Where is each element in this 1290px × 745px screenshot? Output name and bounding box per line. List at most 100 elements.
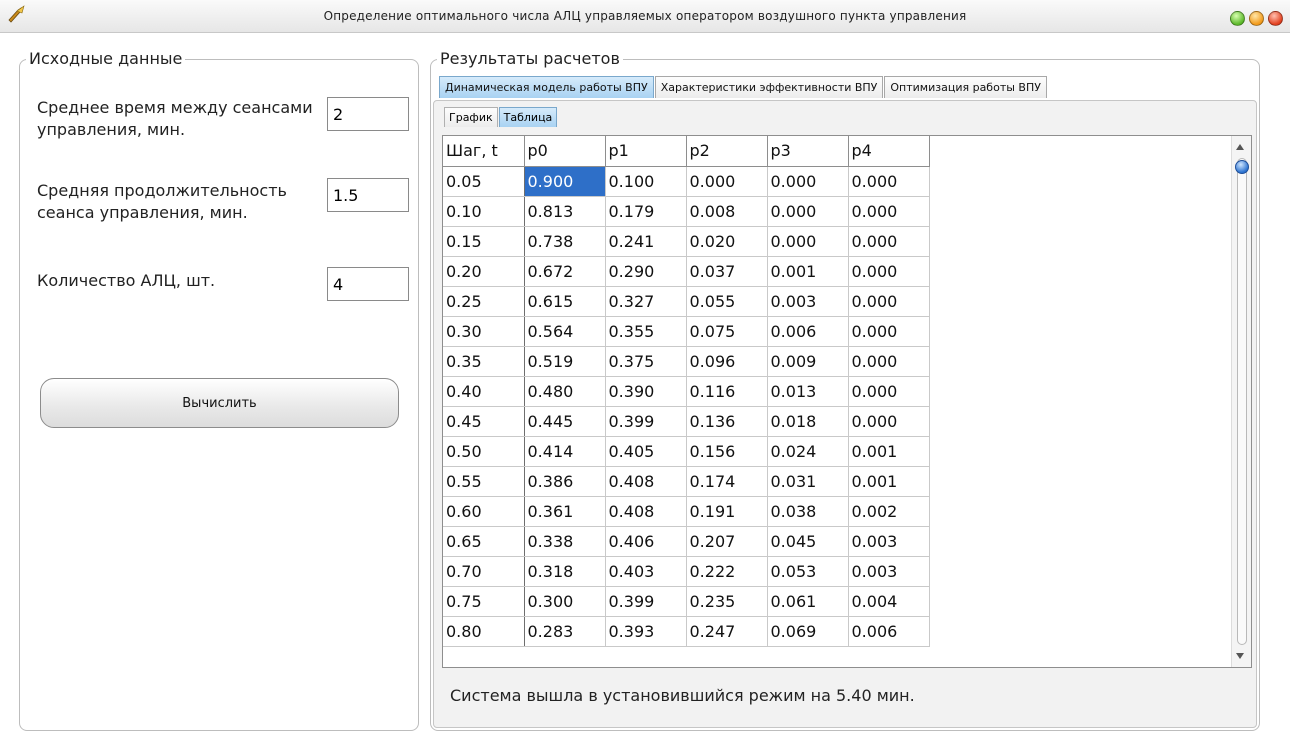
- table-cell[interactable]: 0.519: [524, 346, 606, 377]
- table-row-step[interactable]: 0.20: [443, 256, 525, 287]
- table-cell[interactable]: 0.672: [524, 256, 606, 287]
- table-row[interactable]: 0.20 0.672 0.290 0.037 0.001 0.000: [443, 256, 930, 287]
- table-cell[interactable]: 0.408: [605, 466, 687, 497]
- table-row[interactable]: 0.40 0.480 0.390 0.116 0.013 0.000: [443, 376, 930, 407]
- table-cell[interactable]: 0.037: [686, 256, 768, 287]
- table-cell[interactable]: 0.100: [605, 166, 687, 197]
- scroll-up-icon[interactable]: [1236, 144, 1244, 150]
- table-cell[interactable]: 0.053: [767, 556, 849, 587]
- table-row-step[interactable]: 0.15: [443, 226, 525, 257]
- table-cell[interactable]: 0.001: [848, 436, 930, 467]
- table-cell[interactable]: 0.406: [605, 526, 687, 557]
- table-row[interactable]: 0.45 0.445 0.399 0.136 0.018 0.000: [443, 406, 930, 437]
- table-cell[interactable]: 0.000: [848, 256, 930, 287]
- scroll-thumb[interactable]: [1235, 160, 1249, 174]
- table-cell[interactable]: 0.361: [524, 496, 606, 527]
- table-cell[interactable]: 0.327: [605, 286, 687, 317]
- column-header[interactable]: p2: [686, 136, 768, 167]
- table-cell[interactable]: 0.191: [686, 496, 768, 527]
- table-cell[interactable]: 0.338: [524, 526, 606, 557]
- table-cell[interactable]: 0.096: [686, 346, 768, 377]
- table-cell[interactable]: 0.405: [605, 436, 687, 467]
- column-header[interactable]: Шаг, t: [443, 136, 525, 167]
- tab-efficiency[interactable]: Характеристики эффективности ВПУ: [654, 76, 884, 98]
- table-cell[interactable]: 0.355: [605, 316, 687, 347]
- close-icon[interactable]: [1268, 11, 1283, 26]
- table-cell[interactable]: 0.247: [686, 616, 768, 647]
- table-cell[interactable]: 0.018: [767, 406, 849, 437]
- table-cell[interactable]: 0.024: [767, 436, 849, 467]
- table-row-step[interactable]: 0.45: [443, 406, 525, 437]
- vertical-scrollbar[interactable]: [1231, 136, 1251, 667]
- table-cell[interactable]: 0.000: [767, 166, 849, 197]
- table-cell[interactable]: 0.414: [524, 436, 606, 467]
- table-cell[interactable]: 0.300: [524, 586, 606, 617]
- table-cell[interactable]: 0.403: [605, 556, 687, 587]
- table-cell[interactable]: 0.445: [524, 406, 606, 437]
- table-row-step[interactable]: 0.05: [443, 166, 525, 197]
- avg-interval-input[interactable]: [327, 97, 409, 131]
- table-cell[interactable]: 0.000: [767, 196, 849, 227]
- table-cell[interactable]: 0.318: [524, 556, 606, 587]
- table-cell[interactable]: 0.038: [767, 496, 849, 527]
- table-cell[interactable]: 0.179: [605, 196, 687, 227]
- table-cell[interactable]: 0.000: [848, 316, 930, 347]
- table-cell[interactable]: 0.003: [848, 556, 930, 587]
- table-cell[interactable]: 0.000: [848, 196, 930, 227]
- table-cell[interactable]: 0.001: [848, 466, 930, 497]
- table-cell[interactable]: 0.004: [848, 586, 930, 617]
- table-cell[interactable]: 0.375: [605, 346, 687, 377]
- table-cell[interactable]: 0.116: [686, 376, 768, 407]
- table-cell[interactable]: 0.393: [605, 616, 687, 647]
- column-header[interactable]: p0: [524, 136, 606, 167]
- table-cell[interactable]: 0.813: [524, 196, 606, 227]
- table-row-step[interactable]: 0.75: [443, 586, 525, 617]
- table-cell[interactable]: 0.000: [848, 376, 930, 407]
- table-cell[interactable]: 0.241: [605, 226, 687, 257]
- table-cell[interactable]: 0.061: [767, 586, 849, 617]
- table-row-step[interactable]: 0.10: [443, 196, 525, 227]
- table-row[interactable]: 0.35 0.519 0.375 0.096 0.009 0.000: [443, 346, 930, 377]
- table-cell[interactable]: 0.000: [848, 346, 930, 377]
- table-row-step[interactable]: 0.30: [443, 316, 525, 347]
- table-cell[interactable]: 0.055: [686, 286, 768, 317]
- table-cell[interactable]: 0.290: [605, 256, 687, 287]
- table-cell[interactable]: 0.009: [767, 346, 849, 377]
- maximize-icon[interactable]: [1230, 11, 1245, 26]
- table-cell[interactable]: 0.069: [767, 616, 849, 647]
- column-header[interactable]: p1: [605, 136, 687, 167]
- table-cell[interactable]: 0.000: [848, 406, 930, 437]
- table-cell[interactable]: 0.045: [767, 526, 849, 557]
- scroll-track[interactable]: [1237, 158, 1247, 645]
- table-cell[interactable]: 0.738: [524, 226, 606, 257]
- table-row-step[interactable]: 0.40: [443, 376, 525, 407]
- table-cell[interactable]: 0.001: [767, 256, 849, 287]
- table-row-step[interactable]: 0.70: [443, 556, 525, 587]
- table-cell[interactable]: 0.000: [767, 226, 849, 257]
- table-row-step[interactable]: 0.80: [443, 616, 525, 647]
- table-cell[interactable]: 0.006: [767, 316, 849, 347]
- table-row[interactable]: 0.05 0.900 0.100 0.000 0.000 0.000: [443, 166, 930, 197]
- table-row[interactable]: 0.30 0.564 0.355 0.075 0.006 0.000: [443, 316, 930, 347]
- table-cell[interactable]: 0.003: [767, 286, 849, 317]
- table-cell[interactable]: 0.006: [848, 616, 930, 647]
- table-row[interactable]: 0.15 0.738 0.241 0.020 0.000 0.000: [443, 226, 930, 257]
- avg-duration-input[interactable]: [327, 178, 409, 212]
- table-cell[interactable]: 0.207: [686, 526, 768, 557]
- table-cell[interactable]: 0.002: [848, 496, 930, 527]
- table-row[interactable]: 0.55 0.386 0.408 0.174 0.031 0.001: [443, 466, 930, 497]
- table-row[interactable]: 0.50 0.414 0.405 0.156 0.024 0.001: [443, 436, 930, 467]
- tab-optimization[interactable]: Оптимизация работы ВПУ: [884, 76, 1047, 98]
- tab-dynamic-model[interactable]: Динамическая модель работы ВПУ: [439, 76, 654, 98]
- table-cell[interactable]: 0.020: [686, 226, 768, 257]
- table-cell[interactable]: 0.000: [848, 226, 930, 257]
- table-cell[interactable]: 0.156: [686, 436, 768, 467]
- table-row[interactable]: 0.60 0.361 0.408 0.191 0.038 0.002: [443, 496, 930, 527]
- table-row[interactable]: 0.25 0.615 0.327 0.055 0.003 0.000: [443, 286, 930, 317]
- table-row-step[interactable]: 0.35: [443, 346, 525, 377]
- table-cell[interactable]: 0.480: [524, 376, 606, 407]
- table-row-step[interactable]: 0.25: [443, 286, 525, 317]
- table-cell[interactable]: 0.075: [686, 316, 768, 347]
- table-cell[interactable]: 0.003: [848, 526, 930, 557]
- table-cell[interactable]: 0.399: [605, 406, 687, 437]
